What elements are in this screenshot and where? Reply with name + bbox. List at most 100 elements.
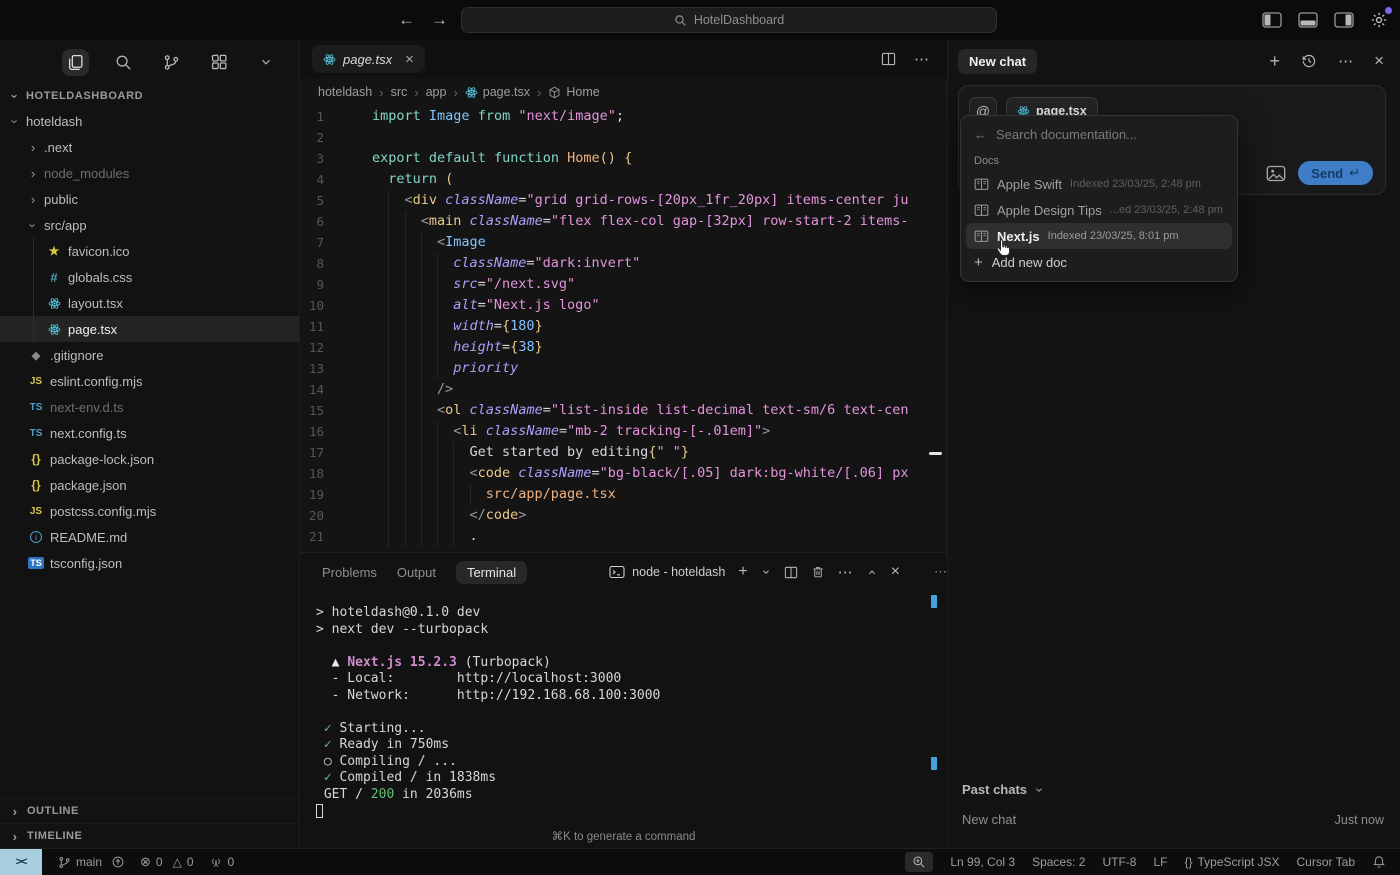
breadcrumb-item-hoteldash[interactable]: hoteldash (318, 85, 372, 99)
toggle-right-panel-icon[interactable] (1334, 12, 1354, 28)
tree-item-next-env-d-ts[interactable]: TSnext-env.d.ts (0, 394, 299, 420)
outline-label: OUTLINE (27, 805, 79, 817)
toggle-left-panel-icon[interactable] (1262, 12, 1282, 28)
terminal-session[interactable]: node - hoteldash (609, 565, 725, 579)
extensions-icon[interactable] (206, 49, 233, 76)
notifications-bell-icon[interactable] (1372, 855, 1386, 869)
terminal-hint: ⌘K to generate a command (300, 829, 947, 843)
terminal-more-actions-icon[interactable]: ⋯ (838, 563, 853, 581)
ports-item[interactable]: 0 (209, 855, 235, 869)
chevron-down-icon (1034, 785, 1044, 795)
workspace-search-box[interactable]: HotelDashboard (461, 7, 997, 33)
problems-item[interactable]: ⊗ 0 △ 0 (140, 854, 194, 870)
indentation-item[interactable]: Spaces: 2 (1032, 855, 1085, 869)
chat-history-icon[interactable] (1301, 53, 1317, 69)
tree-item-package-lock-json[interactable]: {}package-lock.json (0, 446, 299, 472)
explorer-files-icon[interactable] (62, 49, 89, 76)
tree-item--next[interactable]: ›.next (0, 134, 299, 160)
tree-item-label: next.config.ts (50, 426, 127, 441)
split-editor-icon[interactable] (881, 52, 896, 66)
chevron-down-icon: › (8, 116, 23, 126)
workspace-header[interactable]: › HOTELDASHBOARD (0, 84, 299, 108)
editor-more-actions-icon[interactable]: ⋯ (914, 50, 929, 68)
settings-gear-icon[interactable] (1370, 11, 1388, 29)
past-chat-row[interactable]: New chatJust now (948, 806, 1400, 833)
git-icon: ◆ (32, 349, 40, 362)
chat-title-tab[interactable]: New chat (958, 49, 1037, 74)
tree-item-page-tsx[interactable]: page.tsx (0, 316, 299, 342)
cursor-position-item[interactable]: Ln 99, Col 3 (950, 855, 1015, 869)
tree-item-next-config-ts[interactable]: TSnext.config.ts (0, 420, 299, 446)
tree-item-hoteldash[interactable]: ›hoteldash (0, 108, 299, 134)
line-number: 1 (300, 106, 344, 127)
toggle-bottom-panel-icon[interactable] (1298, 12, 1318, 28)
tree-item-public[interactable]: ›public (0, 186, 299, 212)
close-chat-icon[interactable]: × (1374, 51, 1384, 71)
terminal-dropdown-chevron-icon[interactable] (761, 567, 771, 577)
tab-close-icon[interactable]: × (405, 52, 414, 67)
chat-more-actions-icon[interactable]: ⋯ (1338, 52, 1353, 70)
line-number: 8 (300, 253, 344, 274)
breadcrumb-item-page-tsx[interactable]: page.tsx (465, 85, 530, 99)
doc-item-next-js[interactable]: Next.jsIndexed 23/03/25, 8:01 pm (966, 223, 1232, 249)
tab-page-tsx[interactable]: page.tsx × (312, 45, 425, 73)
breadcrumb-item-src[interactable]: src (391, 85, 408, 99)
tree-item-globals-css[interactable]: #globals.css (0, 264, 299, 290)
tree-item-src-app[interactable]: ›src/app (0, 212, 299, 238)
new-chat-plus-icon[interactable]: + (1270, 51, 1281, 72)
kill-terminal-trash-icon[interactable] (811, 565, 825, 579)
doc-item-apple-design-tips[interactable]: Apple Design Tips...ed 23/03/25, 2:48 pm (966, 197, 1232, 223)
source-control-icon[interactable] (158, 49, 185, 76)
eol-item[interactable]: LF (1153, 855, 1167, 869)
breadcrumb-separator: › (453, 85, 457, 100)
git-branch-item[interactable]: main (58, 855, 125, 869)
code-line: 18 <code className="bg-black/[.05] dark:… (300, 463, 947, 484)
back-arrow-icon[interactable]: ← (974, 127, 987, 142)
tree-item-postcss-config-mjs[interactable]: JSpostcss.config.mjs (0, 498, 299, 524)
overflow-dash (929, 452, 942, 455)
tree-item-readme-md[interactable]: iREADME.md (0, 524, 299, 550)
tree-item-eslint-config-mjs[interactable]: JSeslint.config.mjs (0, 368, 299, 394)
tree-item--gitignore[interactable]: ◆.gitignore (0, 342, 299, 368)
activity-bar (0, 40, 299, 84)
language-mode-item[interactable]: {} TypeScript JSX (1184, 855, 1279, 869)
tree-item-label: package.json (50, 478, 127, 493)
search-panel-icon[interactable] (110, 49, 137, 76)
encoding-item[interactable]: UTF-8 (1102, 855, 1136, 869)
tree-item-favicon-ico[interactable]: ★favicon.ico (0, 238, 299, 264)
activity-more-chevron-icon[interactable] (254, 50, 278, 74)
tree-item-tsconfig-json[interactable]: TStsconfig.json (0, 550, 299, 576)
line-number: 2 (300, 127, 344, 148)
zoom-indicator[interactable] (905, 852, 933, 872)
terminal-tab-terminal[interactable]: Terminal (456, 561, 527, 584)
code-line: 8 className="dark:invert" (300, 253, 947, 274)
tree-item-package-json[interactable]: {}package.json (0, 472, 299, 498)
new-terminal-icon[interactable]: + (738, 563, 747, 581)
tree-item-layout-tsx[interactable]: layout.tsx (0, 290, 299, 316)
terminal-tab-problems[interactable]: Problems (322, 565, 377, 580)
send-button[interactable]: Send ↵ (1298, 161, 1373, 185)
panel-more-tabs-icon[interactable]: ⋯ (934, 564, 947, 580)
outline-section[interactable]: › OUTLINE (0, 798, 299, 823)
close-panel-icon[interactable]: × (891, 563, 900, 581)
code-editor[interactable]: 1import Image from "next/image";23export… (300, 106, 947, 552)
doc-item-apple-swift[interactable]: Apple SwiftIndexed 23/03/25, 2:48 pm (966, 171, 1232, 197)
breadcrumb-item-home[interactable]: Home (548, 85, 599, 99)
remote-indicator[interactable]: >< (0, 849, 42, 875)
terminal-output[interactable]: > hoteldash@0.1.0 dev> next dev --turbop… (300, 591, 947, 848)
code-line: 13 priority (300, 358, 947, 379)
cursor-tab-item[interactable]: Cursor Tab (1297, 855, 1355, 869)
sync-changes-icon (111, 855, 125, 869)
add-new-doc-row[interactable]: + Add new doc (966, 249, 1232, 276)
nav-forward-icon[interactable]: → (431, 10, 448, 30)
maximize-panel-chevron-icon[interactable] (866, 567, 878, 578)
breadcrumb-item-app[interactable]: app (426, 85, 447, 99)
nav-back-icon[interactable]: ← (398, 10, 415, 30)
attach-image-icon[interactable] (1266, 165, 1286, 182)
terminal-tab-output[interactable]: Output (397, 565, 436, 580)
tree-item-node-modules[interactable]: ›node_modules (0, 160, 299, 186)
split-terminal-icon[interactable] (784, 566, 798, 579)
docs-search-row[interactable]: ← Search documentation... (961, 116, 1237, 150)
timeline-section[interactable]: › TIMELINE (0, 823, 299, 848)
past-chats-header[interactable]: Past chats (962, 782, 1044, 797)
